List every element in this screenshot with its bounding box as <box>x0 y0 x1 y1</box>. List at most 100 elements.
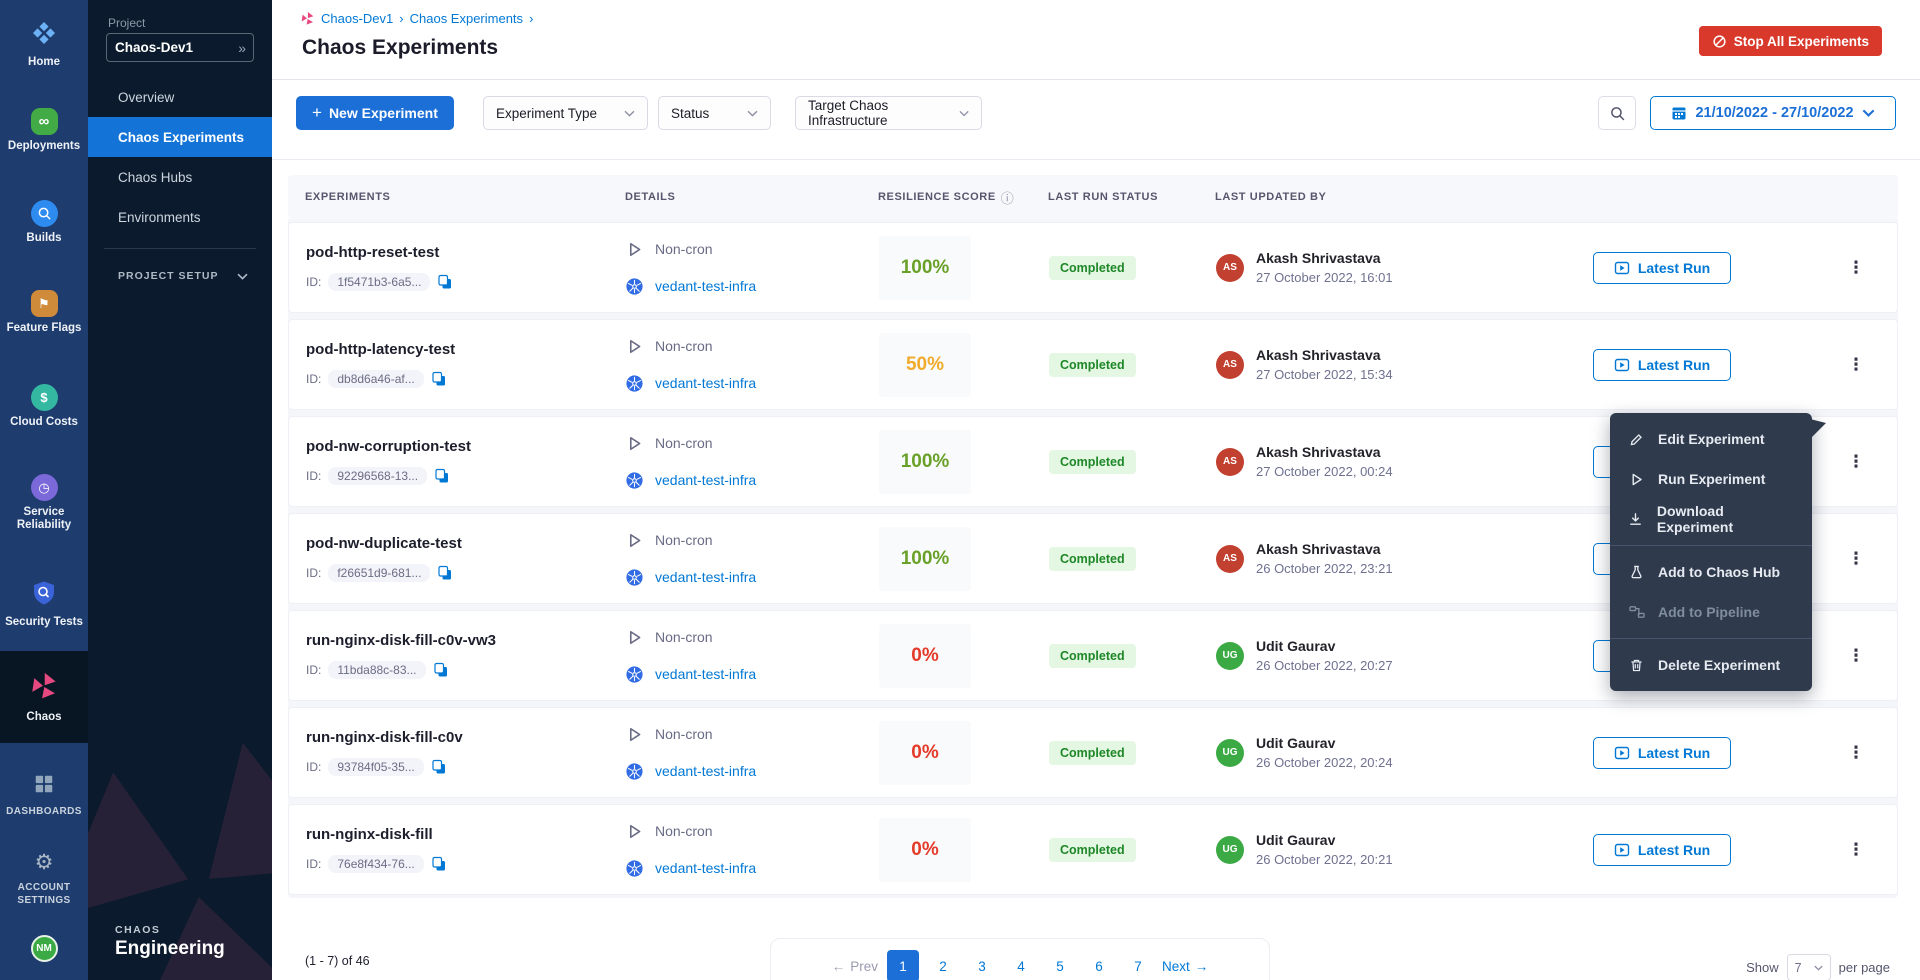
sidebar-item-chaos[interactable]: Chaos <box>0 651 88 743</box>
copy-icon[interactable] <box>434 468 450 484</box>
pagination-range: (1 - 7) of 46 <box>305 954 370 968</box>
schedule-type: Non-cron <box>655 241 713 257</box>
copy-icon[interactable] <box>431 371 447 387</box>
search-button[interactable] <box>1598 96 1636 130</box>
sidebar-item-account-settings[interactable]: ⚙ ACCOUNT SETTINGS <box>0 849 88 907</box>
menu-item-edit-experiment[interactable]: Edit Experiment <box>1610 419 1812 459</box>
sidebar-item-feature-flags[interactable]: ⚑ Feature Flags <box>0 290 88 335</box>
experiment-name[interactable]: pod-http-reset-test <box>306 244 626 261</box>
experiment-type-filter[interactable]: Experiment Type <box>483 96 648 130</box>
page-button-5[interactable]: 5 <box>1045 950 1075 980</box>
stop-all-experiments-button[interactable]: Stop All Experiments <box>1699 26 1882 56</box>
experiment-name[interactable]: pod-nw-corruption-test <box>306 438 626 455</box>
latest-run-button[interactable]: Latest Run <box>1593 252 1731 284</box>
page-button-1[interactable]: 1 <box>887 950 919 980</box>
menu-item-delete-experiment[interactable]: Delete Experiment <box>1610 645 1812 685</box>
chevron-down-icon <box>747 110 758 117</box>
menu-item-run-experiment[interactable]: Run Experiment <box>1610 459 1812 499</box>
infrastructure-link[interactable]: vedant-test-infra <box>655 763 756 779</box>
copy-icon[interactable] <box>431 856 447 872</box>
resilience-score: 0% <box>879 721 971 785</box>
sidebar-item-security-tests[interactable]: Security Tests <box>0 580 88 629</box>
infrastructure-link[interactable]: vedant-test-infra <box>655 375 756 391</box>
toolbar: + New Experiment Experiment Type Status … <box>272 80 1920 160</box>
service-reliability-icon: ◷ <box>31 474 58 501</box>
per-page-control: Show 7 per page <box>1746 954 1890 980</box>
sidebar-item-deployments[interactable]: ∞ Deployments <box>0 108 88 153</box>
sidebar-item-chaos-hubs[interactable]: Chaos Hubs <box>88 157 272 197</box>
kubernetes-icon <box>626 666 643 683</box>
table-row[interactable]: pod-http-reset-testID:1f5471b3-6a5...Non… <box>288 222 1898 313</box>
updated-by-name: Akash Shrivastava <box>1256 444 1393 460</box>
cloud-costs-icon: $ <box>31 384 58 411</box>
info-icon[interactable]: ⓘ <box>1001 188 1015 207</box>
sidebar-item-home[interactable]: Home <box>0 20 88 69</box>
sidebar-item-overview[interactable]: Overview <box>88 77 272 117</box>
latest-run-button[interactable]: Latest Run <box>1593 737 1731 769</box>
menu-item-add-to-pipeline[interactable]: Add to Pipeline <box>1610 592 1812 632</box>
page-button-6[interactable]: 6 <box>1084 950 1114 980</box>
updated-by-date: 27 October 2022, 16:01 <box>1256 270 1393 285</box>
row-menu-kebab-icon[interactable]: ⋮ <box>1843 449 1869 475</box>
table-row[interactable]: run-nginx-disk-fillID:76e8f434-76...Non-… <box>288 804 1898 895</box>
sidebar-item-builds[interactable]: Builds <box>0 200 88 245</box>
sidebar-item-environments[interactable]: Environments <box>88 197 272 237</box>
new-experiment-button[interactable]: + New Experiment <box>296 96 454 130</box>
experiment-name[interactable]: pod-http-latency-test <box>306 341 626 358</box>
collapse-chevrons-icon[interactable]: » <box>238 40 245 56</box>
infrastructure-link[interactable]: vedant-test-infra <box>655 569 756 585</box>
schedule-type: Non-cron <box>655 435 713 451</box>
sidebar-item-service-reliability[interactable]: ◷ Service Reliability <box>0 474 88 532</box>
row-menu-kebab-icon[interactable]: ⋮ <box>1843 546 1869 572</box>
copy-icon[interactable] <box>437 274 453 290</box>
pager: ←Prev 1 2 3 4 5 6 7 Next→ <box>770 938 1270 980</box>
schedule-type: Non-cron <box>655 532 713 548</box>
row-menu-kebab-icon[interactable]: ⋮ <box>1843 352 1869 378</box>
app-root: Home ∞ Deployments Builds ⚑ Feature Flag… <box>0 0 1920 980</box>
user-avatar-rail[interactable]: NM <box>0 935 88 962</box>
date-range-picker[interactable]: 21/10/2022 - 27/10/2022 <box>1650 96 1896 130</box>
status-filter[interactable]: Status <box>658 96 771 130</box>
experiment-name[interactable]: run-nginx-disk-fill-c0v <box>306 729 626 746</box>
prev-page-button[interactable]: ←Prev <box>832 950 878 980</box>
schedule-type: Non-cron <box>655 629 713 645</box>
row-menu-kebab-icon[interactable]: ⋮ <box>1843 740 1869 766</box>
row-menu-kebab-icon[interactable]: ⋮ <box>1843 255 1869 281</box>
next-page-button[interactable]: Next→ <box>1162 950 1208 980</box>
sidebar-item-cloud-costs[interactable]: $ Cloud Costs <box>0 384 88 429</box>
infrastructure-link[interactable]: vedant-test-infra <box>655 666 756 682</box>
target-infrastructure-filter[interactable]: Target Chaos Infrastructure <box>795 96 982 130</box>
experiment-name[interactable]: pod-nw-duplicate-test <box>306 535 626 552</box>
project-setup-toggle[interactable]: PROJECT SETUP <box>118 270 248 282</box>
sidebar-item-chaos-experiments[interactable]: Chaos Experiments <box>88 117 272 157</box>
sidebar-item-dashboards[interactable]: DASHBOARDS <box>0 773 88 818</box>
copy-icon[interactable] <box>431 759 447 775</box>
row-menu-kebab-icon[interactable]: ⋮ <box>1843 837 1869 863</box>
resilience-score: 50% <box>879 333 971 397</box>
menu-item-add-to-chaos-hub[interactable]: Add to Chaos Hub <box>1610 552 1812 592</box>
table-row[interactable]: pod-http-latency-testID:db8d6a46-af...No… <box>288 319 1898 410</box>
copy-icon <box>431 856 447 872</box>
page-button-2[interactable]: 2 <box>928 950 958 980</box>
experiment-name[interactable]: run-nginx-disk-fill-c0v-vw3 <box>306 632 626 649</box>
breadcrumb-link-experiments[interactable]: Chaos Experiments <box>410 11 523 26</box>
table-row[interactable]: run-nginx-disk-fill-c0vID:93784f05-35...… <box>288 707 1898 798</box>
menu-item-download-experiment[interactable]: Download Experiment <box>1610 499 1812 539</box>
copy-icon[interactable] <box>433 662 449 678</box>
page-button-3[interactable]: 3 <box>967 950 997 980</box>
experiment-name[interactable]: run-nginx-disk-fill <box>306 826 626 843</box>
copy-icon[interactable] <box>437 565 453 581</box>
per-page-select[interactable]: 7 <box>1787 954 1831 980</box>
page-button-7[interactable]: 7 <box>1123 950 1153 980</box>
infrastructure-link[interactable]: vedant-test-infra <box>655 860 756 876</box>
project-selector[interactable]: Chaos-Dev1 » <box>106 33 254 62</box>
avatar: AS <box>1216 351 1244 379</box>
latest-run-button[interactable]: Latest Run <box>1593 834 1731 866</box>
infrastructure-link[interactable]: vedant-test-infra <box>655 472 756 488</box>
row-menu-kebab-icon[interactable]: ⋮ <box>1843 643 1869 669</box>
copy-icon <box>437 565 453 581</box>
infrastructure-link[interactable]: vedant-test-infra <box>655 278 756 294</box>
latest-run-button[interactable]: Latest Run <box>1593 349 1731 381</box>
page-button-4[interactable]: 4 <box>1006 950 1036 980</box>
breadcrumb-link-project[interactable]: Chaos-Dev1 <box>321 11 393 26</box>
